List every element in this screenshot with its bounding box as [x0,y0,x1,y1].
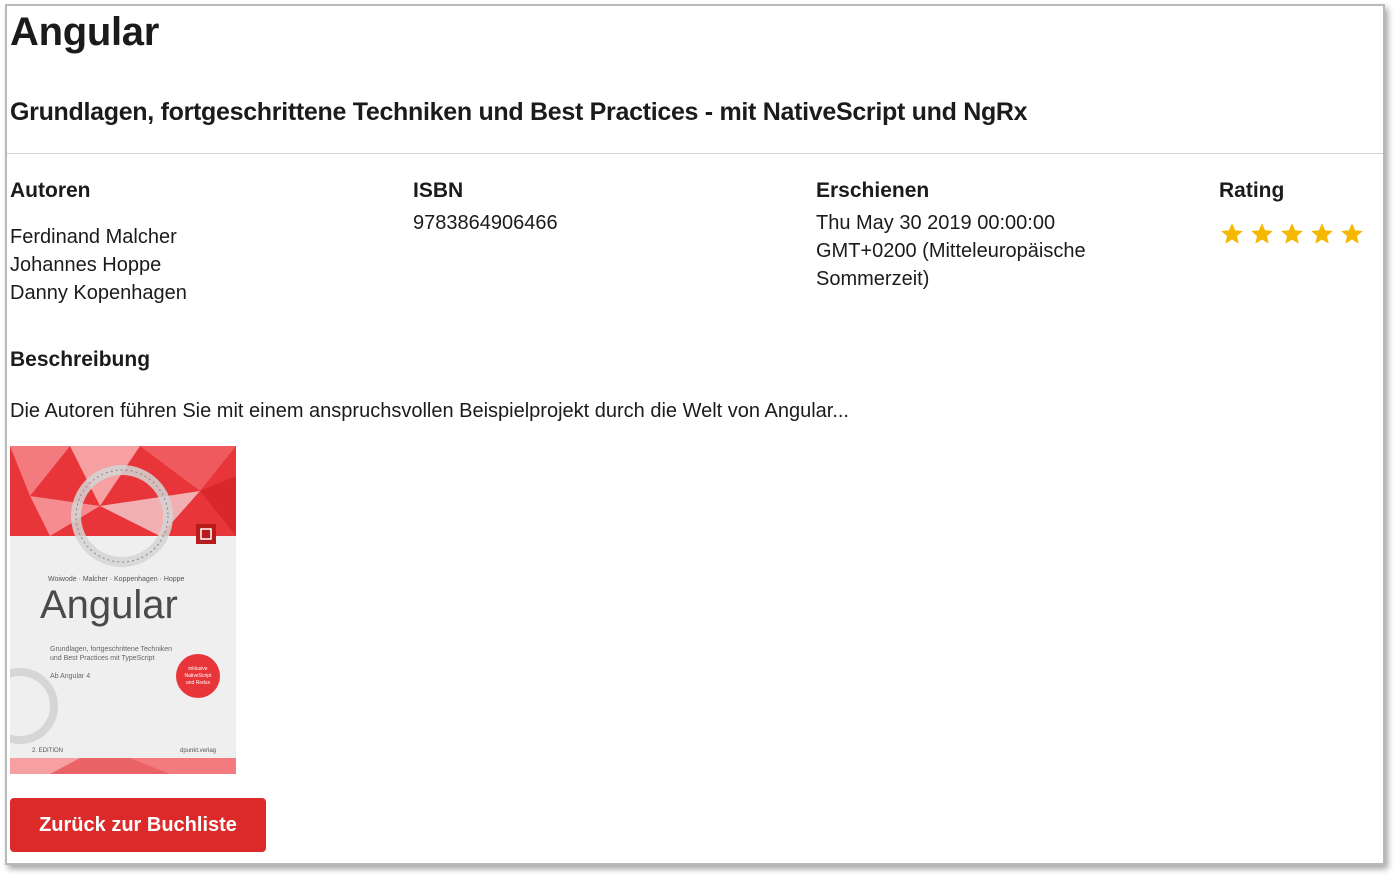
book-subtitle: Grundlagen, fortgeschrittene Techniken u… [10,98,1028,126]
cover-version: Ab Angular 4 [50,673,90,680]
cover-title: Angular [40,583,178,627]
authors-section: Autoren Ferdinand Malcher Johannes Hoppe… [10,179,187,307]
cover-art: Woiwode · Malcher · Koppenhagen · Hoppe … [10,446,236,774]
star-icon [1311,223,1333,244]
cover-authors: Woiwode · Malcher · Koppenhagen · Hoppe [48,576,185,583]
published-value-line: GMT+0200 (Mitteleuropäische [816,240,1086,262]
author-item: Danny Kopenhagen [10,282,187,304]
isbn-section: ISBN 9783864906466 [413,179,558,237]
rating-stars [1219,221,1365,247]
authors-list: Ferdinand Malcher Johannes Hoppe Danny K… [10,223,187,307]
published-value-line: Thu May 30 2019 00:00:00 [816,212,1056,234]
book-details-panel: Angular Grundlagen, fortgeschrittene Tec… [5,4,1385,865]
author-item: Johannes Hoppe [10,254,162,276]
description-label: Beschreibung [10,348,151,371]
rating-label: Rating [1219,179,1285,202]
cover-subtitle-line: Grundlagen, fortgeschrittene Techniken [50,646,172,653]
isbn-value: 9783864906466 [413,212,558,234]
cover-subtitle-line: und Best Practices mit TypeScript [50,655,155,662]
divider [7,153,1383,154]
description-text: Die Autoren führen Sie mit einem anspruc… [10,400,849,422]
published-label: Erschienen [816,179,930,202]
back-to-booklist-button[interactable]: Zurück zur Buchliste [10,798,266,852]
cover-badge-line: NativeScript [185,673,213,679]
rating-section: Rating [1219,179,1365,247]
star-icon [1281,223,1303,244]
authors-label: Autoren [10,179,91,202]
cover-edition: 2. EDITION [32,748,63,754]
author-item: Ferdinand Malcher [10,226,177,248]
star-icon [1251,223,1273,244]
cover-publisher: dpunkt.verlag [180,748,216,754]
cover-badge-line: inklusive [188,666,207,672]
book-cover-image: Woiwode · Malcher · Koppenhagen · Hoppe … [10,446,236,774]
star-icon [1341,223,1363,244]
cover-badge-line: und Redux [186,680,211,686]
isbn-label: ISBN [413,179,464,202]
star-icon [1221,223,1243,244]
book-title: Angular [10,10,160,54]
published-section: Erschienen Thu May 30 2019 00:00:00 GMT+… [816,179,1086,293]
published-value-line: Sommerzeit) [816,268,930,290]
